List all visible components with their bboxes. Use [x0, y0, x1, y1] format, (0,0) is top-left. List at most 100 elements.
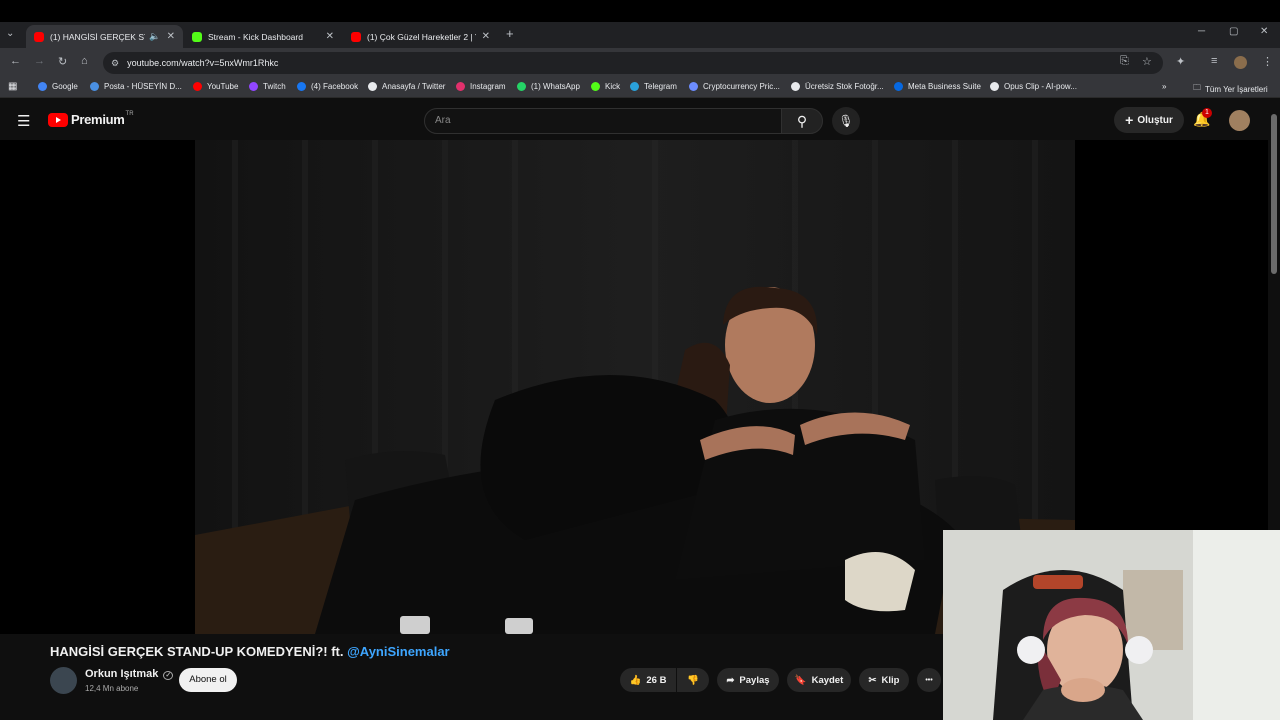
restore-button[interactable]: ▢ [1229, 26, 1238, 37]
close-window-button[interactable]: ✕ [1260, 26, 1268, 37]
tab-youtube-2[interactable]: (1) Çok Güzel Hareketler 2 | Yen ✕ [343, 25, 498, 48]
bookmark-label: Twitch [263, 82, 286, 91]
search-input[interactable]: Ara [424, 108, 782, 134]
bookmark-favicon-icon [38, 82, 47, 91]
bookmark-icon: 🔖 [794, 674, 807, 686]
bookmark-favicon-icon [894, 82, 903, 91]
tab-youtube-active[interactable]: (1) HANGİSİ GERÇEK STAND 🔈 ✕ [26, 25, 183, 48]
subscribe-button[interactable]: Abone ol [179, 668, 237, 692]
save-button[interactable]: 🔖 Kaydet [787, 668, 851, 692]
bookmark-item[interactable]: Posta - HÜSEYİN D... [90, 82, 182, 91]
tab-search-button[interactable]: ⌄ [6, 28, 14, 39]
bookmark-item[interactable]: Meta Business Suite [894, 82, 981, 91]
media-control-icon[interactable]: ≡ [1211, 55, 1217, 67]
close-icon[interactable]: ✕ [167, 31, 175, 42]
bookmark-favicon-icon [591, 82, 600, 91]
star-icon[interactable]: ☆ [1142, 55, 1152, 68]
notifications-button[interactable]: 🔔 1 [1193, 108, 1212, 128]
notification-badge: 1 [1202, 108, 1212, 118]
bookmark-label: Opus Clip - AI-pow... [1004, 82, 1077, 91]
bookmark-item[interactable]: Anasayfa / Twitter [368, 82, 445, 91]
scrollbar-thumb[interactable] [1271, 114, 1277, 274]
more-actions-button[interactable]: ••• [917, 668, 941, 692]
home-icon[interactable]: ⌂ [81, 55, 88, 67]
bookmark-favicon-icon [297, 82, 306, 91]
extensions-icon[interactable]: ✦ [1176, 55, 1185, 68]
close-icon[interactable]: ✕ [482, 31, 490, 42]
new-tab-button[interactable]: + [506, 26, 514, 41]
voice-search-button[interactable]: 🎙 [832, 107, 860, 135]
bookmark-favicon-icon [456, 82, 465, 91]
kick-icon [192, 31, 202, 42]
search-icon: ⚲ [796, 113, 808, 129]
tab-kick-dashboard[interactable]: Stream - Kick Dashboard ✕ [184, 25, 342, 48]
bookmark-item[interactable]: Cryptocurrency Pric... [689, 82, 780, 91]
youtube-logo[interactable]: Premium TR [48, 110, 134, 127]
dislike-button[interactable]: 👎 [677, 668, 709, 692]
bookmark-favicon-icon [990, 82, 999, 91]
bookmark-item[interactable]: YouTube [193, 82, 238, 91]
minimize-button[interactable]: ─ [1198, 26, 1205, 37]
channel-name-text: Orkun Işıtmak [85, 668, 159, 680]
youtube-header: ☰ Premium TR Ara ⚲ 🎙 + Oluştur 🔔 1 [0, 100, 1268, 140]
bookmark-favicon-icon [90, 82, 99, 91]
channel-name[interactable]: Orkun Işıtmak ✓ [85, 668, 174, 680]
install-app-icon[interactable]: ⎘ [1120, 55, 1129, 68]
country-code: TR [125, 110, 134, 117]
all-bookmarks-folder[interactable]: 🗀 Tüm Yer İşaretleri [1193, 82, 1268, 96]
bookmark-label: (4) Facebook [311, 82, 359, 91]
browser-toolbar: ← → ↻ ⌂ ⚙ youtube.com/watch?v=5nxWmr1Rhk… [0, 48, 1280, 78]
bookmark-label: Instagram [470, 82, 506, 91]
bookmark-label: Anasayfa / Twitter [382, 82, 446, 91]
bookmark-item[interactable]: Kick [591, 82, 620, 91]
bookmark-favicon-icon [791, 82, 800, 91]
bookmark-favicon-icon [630, 82, 639, 91]
bookmark-item[interactable]: Instagram [456, 82, 506, 91]
site-info-icon[interactable]: ⚙ [111, 58, 119, 69]
share-button[interactable]: ➦ Paylaş [717, 668, 779, 692]
save-label: Kaydet [811, 674, 844, 686]
thumbs-up-icon: 👍 [629, 674, 642, 686]
tab-label: (1) Çok Güzel Hareketler 2 | Yen [367, 31, 476, 42]
create-button[interactable]: + Oluştur [1114, 107, 1184, 133]
bookmark-item[interactable]: Google [38, 82, 78, 91]
tab-label: Stream - Kick Dashboard [208, 31, 303, 42]
account-avatar[interactable] [1229, 110, 1250, 131]
bookmark-label: (1) WhatsApp [531, 82, 580, 91]
share-icon: ➦ [726, 674, 735, 686]
search-button[interactable]: ⚲ [781, 108, 823, 134]
bookmark-item[interactable]: Ücretsiz Stok Fotoğr... [791, 82, 884, 91]
speaker-icon[interactable]: 🔈 [149, 31, 160, 42]
profile-avatar-icon[interactable] [1234, 56, 1247, 69]
plus-icon: + [1125, 112, 1134, 128]
url-text: youtube.com/watch?v=5nxWmr1Rhkc [127, 58, 279, 68]
bookmark-item[interactable]: (4) Facebook [297, 82, 358, 91]
bookmark-label: YouTube [207, 82, 239, 91]
channel-avatar[interactable] [50, 667, 77, 694]
folder-icon: 🗀 [1193, 83, 1201, 92]
thumbs-down-icon: 👎 [687, 674, 699, 686]
bookmark-favicon-icon [689, 82, 698, 91]
menu-kebab-icon[interactable]: ⋮ [1262, 55, 1273, 68]
reload-icon[interactable]: ↻ [58, 55, 67, 68]
bookmark-label: Cryptocurrency Pric... [703, 82, 780, 91]
webcam-overlay [943, 530, 1280, 720]
bookmark-item[interactable]: (1) WhatsApp [517, 82, 580, 91]
bookmarks-overflow-icon[interactable]: » [1162, 82, 1166, 91]
bookmark-item[interactable]: Twitch [249, 82, 286, 91]
channel-mention-link[interactable]: @AyniSinemalar [347, 644, 450, 659]
tab-label: (1) HANGİSİ GERÇEK STAND [50, 31, 145, 42]
back-icon[interactable]: ← [10, 55, 21, 67]
hamburger-menu-icon[interactable]: ☰ [17, 112, 30, 130]
close-icon[interactable]: ✕ [326, 31, 334, 42]
like-button[interactable]: 👍 26 B [620, 668, 676, 692]
apps-grid-icon[interactable]: ▦ [8, 81, 17, 92]
microphone-icon: 🎙 [838, 114, 854, 128]
clip-button[interactable]: ✂ Klip [859, 668, 909, 692]
forward-icon[interactable]: → [34, 55, 45, 67]
address-bar[interactable]: ⚙ youtube.com/watch?v=5nxWmr1Rhkc [103, 52, 1163, 74]
bookmark-item[interactable]: Opus Clip - AI-pow... [990, 82, 1077, 91]
video-title: HANGİSİ GERÇEK STAND-UP KOMEDYENİ?! ft. … [50, 644, 450, 659]
bookmark-item[interactable]: Telegram [630, 82, 677, 91]
bookmark-favicon-icon [368, 82, 377, 91]
